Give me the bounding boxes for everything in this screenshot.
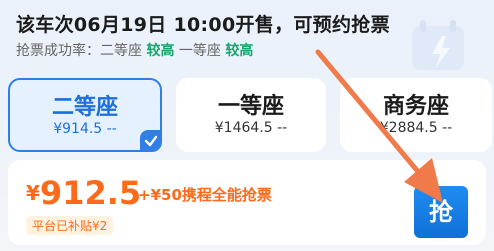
- rate-seat-second: 二等座: [100, 43, 142, 59]
- seat-option-business-class[interactable]: 商务座 ¥2884.5 --: [340, 78, 492, 152]
- lightning-icon: [412, 20, 464, 70]
- sale-notice: 该车次06月19日 10:00开售，可预约抢票: [16, 14, 390, 36]
- seat-price: ¥2884.5 --: [379, 120, 453, 136]
- seat-name: 商务座: [382, 94, 449, 119]
- grab-ticket-button[interactable]: 抢: [414, 186, 468, 238]
- success-rate-label: 抢票成功率：: [16, 43, 100, 59]
- rate-level-first: 较高: [225, 43, 254, 59]
- rate-level-second: 较高: [146, 43, 175, 59]
- success-rate-line: 抢票成功率：二等座 较高 一等座 较高: [16, 40, 253, 60]
- seat-price: ¥914.5 --: [53, 121, 117, 137]
- promo-text: +¥50携程全能抢票: [138, 186, 272, 204]
- seat-selector: 二等座 ¥914.5 -- 一等座 ¥1464.5 -- 商务座 ¥2884.5…: [8, 78, 492, 152]
- seat-name: 一等座: [217, 94, 284, 119]
- booking-bar: ¥912.5 +¥50携程全能抢票 平台已补贴¥2 抢: [8, 160, 486, 245]
- seat-price: ¥1464.5 --: [214, 120, 288, 136]
- total-price: ¥912.5: [26, 174, 142, 212]
- seat-option-first-class[interactable]: 一等座 ¥1464.5 --: [176, 78, 326, 152]
- seat-name: 二等座: [51, 95, 118, 120]
- seat-option-second-class[interactable]: 二等座 ¥914.5 --: [8, 78, 162, 152]
- rate-seat-first: 一等座: [178, 43, 221, 59]
- checkmark-icon: [140, 130, 162, 152]
- subsidy-badge: 平台已补贴¥2: [26, 216, 114, 235]
